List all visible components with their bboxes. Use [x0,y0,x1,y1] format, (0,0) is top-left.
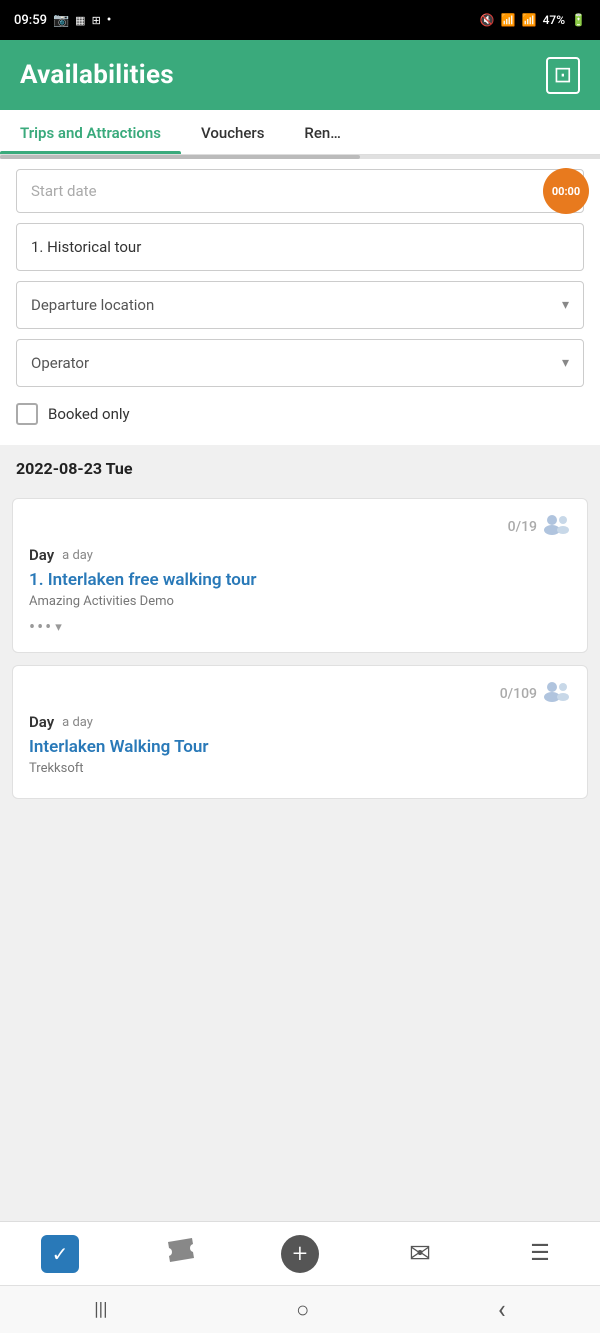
check-icon: ✓ [41,1235,79,1273]
card2-tour-name[interactable]: Interlaken Walking Tour [29,737,571,757]
tour-name-input[interactable]: 1. Historical tour [16,223,584,271]
battery-icon: 🔋 [571,13,586,27]
status-left: 09:59 📷 ▦ ⊞ • [14,13,111,28]
app-header: Availabilities ⊡ [0,40,600,110]
time-label: 09:59 [14,13,47,28]
nav-mail[interactable]: ✉ [360,1239,480,1269]
tab-rentals[interactable]: Ren… [284,110,360,154]
card2-day-row: Day a day [29,713,571,731]
card2-top-row: 0/109 [29,680,571,707]
menu-icon: ☰ [530,1241,550,1266]
availability-card-2: 0/109 Day a day Interlaken Walking Tour … [12,665,588,799]
filter-area: Start date 00:00 1. Historical tour Depa… [0,159,600,445]
card2-day-label: Day [29,713,54,731]
departure-chevron-icon: ▾ [562,297,569,313]
tab-trips[interactable]: Trips and Attractions [0,110,181,154]
android-home-button[interactable]: ○ [276,1289,329,1331]
card2-people-icon [543,680,571,707]
operator-dropdown[interactable]: Operator ▾ [16,339,584,387]
mute-icon: 🔇 [480,13,495,27]
card1-operator: Amazing Activities Demo [29,594,571,609]
android-nav-bar: ||| ○ ‹ [0,1285,600,1333]
nav-tickets[interactable] [120,1236,240,1271]
battery-label: 47% [543,13,565,27]
card1-more-row[interactable]: ••• ▾ [29,617,571,638]
status-right: 🔇 📶 📶 47% 🔋 [480,13,586,27]
card1-tour-name[interactable]: 1. Interlaken free walking tour [29,570,571,590]
operator-label: Operator [31,354,89,372]
start-date-placeholder: Start date [31,182,569,200]
card1-capacity: 0/19 [508,519,537,535]
camera-icon: 📷 [53,13,69,28]
card2-operator: Trekksoft [29,761,571,776]
card1-day-row: Day a day [29,546,571,564]
booked-only-checkbox[interactable] [16,403,38,425]
dot-icon: • [107,13,112,28]
card1-people-icon [543,513,571,540]
date-heading: 2022-08-23 Tue [0,445,600,486]
ticket-icon [165,1236,195,1271]
android-recents-button[interactable]: ||| [74,1291,127,1328]
sim-icon: ▦ [75,14,85,27]
timer-badge: 00:00 [543,168,589,214]
tour-name-value: 1. Historical tour [31,238,141,256]
grid-icon: ⊞ [92,14,101,27]
card1-top-row: 0/19 [29,513,571,540]
booked-only-label: Booked only [48,405,130,423]
departure-location-dropdown[interactable]: Departure location ▾ [16,281,584,329]
android-back-button[interactable]: ‹ [478,1287,526,1333]
status-bar: 09:59 📷 ▦ ⊞ • 🔇 📶 📶 47% 🔋 [0,0,600,40]
layout-icon[interactable]: ⊡ [546,57,580,94]
availability-card-1: 0/19 Day a day 1. Interlaken free walkin… [12,498,588,653]
bottom-nav: ✓ + ✉ ☰ [0,1221,600,1285]
card1-expand-icon: ▾ [55,620,62,635]
add-icon: + [281,1235,319,1273]
start-date-input[interactable]: Start date 00:00 [16,169,584,213]
signal-icon: 📶 [522,13,537,27]
nav-checklist[interactable]: ✓ [0,1235,120,1273]
nav-add[interactable]: + [240,1235,360,1273]
card2-day-sub: a day [62,715,93,730]
tabs-container: Trips and Attractions Vouchers Ren… [0,110,600,155]
operator-chevron-icon: ▾ [562,355,569,371]
departure-location-label: Departure location [31,296,154,314]
card2-capacity: 0/109 [500,686,537,702]
card1-day-label: Day [29,546,54,564]
booked-only-row[interactable]: Booked only [16,397,584,431]
header-title: Availabilities [20,60,174,90]
wifi-icon: 📶 [501,13,516,27]
card1-day-sub: a day [62,548,93,563]
content-area: 2022-08-23 Tue 0/19 Day a day 1. Interla… [0,445,600,1145]
card1-dots-icon: ••• [29,617,53,638]
mail-icon: ✉ [409,1239,431,1269]
nav-menu[interactable]: ☰ [480,1241,600,1266]
tab-vouchers[interactable]: Vouchers [181,110,284,154]
